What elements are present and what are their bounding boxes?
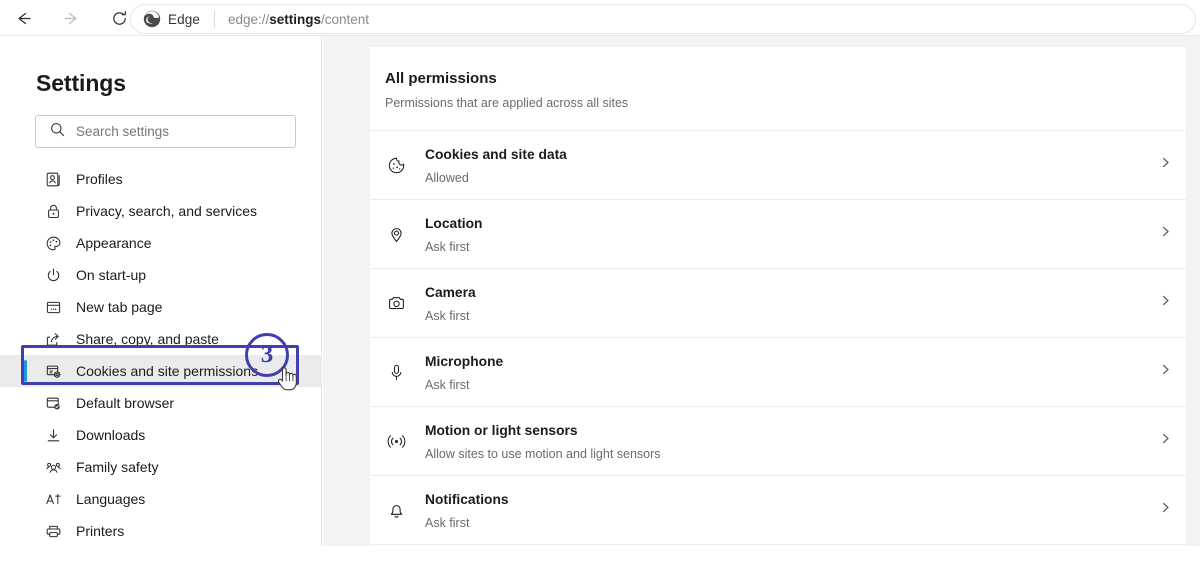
chevron-right-icon[interactable] (1159, 363, 1172, 381)
sidebar-item-new-tab-page[interactable]: New tab page (0, 291, 322, 323)
sidebar-item-label: Profiles (76, 171, 123, 187)
url-prefix: edge:// (227, 11, 270, 27)
default-browser-icon (44, 394, 62, 412)
languages-icon (44, 490, 62, 508)
chevron-right-icon[interactable] (1159, 156, 1172, 174)
url-divider (213, 10, 215, 28)
camera-icon (385, 294, 407, 313)
chevron-right-icon[interactable] (1159, 501, 1172, 519)
cookie-icon (385, 156, 407, 175)
permission-row-location[interactable]: Location Ask first (370, 200, 1186, 269)
permission-row-motion-or-light-sensors[interactable]: Motion or light sensors Allow sites to u… (370, 407, 1186, 476)
cookies-permissions-icon (44, 362, 62, 380)
permission-title: Motion or light sensors (425, 422, 578, 438)
permission-status: Allow sites to use motion and light sens… (425, 446, 661, 461)
sidebar-item-family-safety[interactable]: Family safety (0, 451, 322, 483)
back-arrow-icon (14, 9, 33, 28)
permission-status: Ask first (425, 377, 470, 392)
sidebar-item-label: Appearance (76, 235, 152, 251)
motion-sensor-icon (385, 432, 407, 451)
url-text: edge://settings/content (228, 12, 369, 27)
mouse-cursor-hand-icon (275, 364, 301, 399)
sidebar-item-label: Share, copy, and paste (76, 331, 219, 347)
sidebar-item-on-startup[interactable]: On start-up (0, 259, 322, 291)
sidebar-item-label: Cookies and site permissions (76, 363, 259, 379)
sidebar-item-privacy[interactable]: Privacy, search, and services (0, 195, 322, 227)
printer-icon (44, 522, 62, 540)
settings-sidebar: Settings Profi (0, 36, 322, 546)
sidebar-item-default-browser[interactable]: Default browser (0, 387, 322, 419)
microphone-icon (385, 363, 407, 382)
sidebar-item-printers[interactable]: Printers (0, 515, 322, 547)
permission-title: Location (425, 215, 483, 231)
sidebar-item-profiles[interactable]: Profiles (0, 163, 322, 195)
permission-title: Cookies and site data (425, 146, 567, 162)
share-icon (44, 330, 62, 348)
sidebar-item-label: New tab page (76, 299, 163, 315)
sidebar-item-label: Default browser (76, 395, 175, 411)
forward-button[interactable] (54, 1, 88, 35)
section-subheading: Permissions that are applied across all … (385, 96, 629, 110)
chevron-right-icon[interactable] (1159, 225, 1172, 243)
selection-accent-bar (24, 360, 27, 382)
bell-icon (385, 501, 407, 520)
address-bar[interactable]: Edge edge://settings/content (130, 4, 1196, 34)
permission-title: Notifications (425, 491, 509, 507)
sidebar-item-label: Family safety (76, 459, 159, 475)
chevron-right-icon[interactable] (1159, 432, 1172, 450)
permission-texts: Notifications Ask first (425, 491, 509, 530)
settings-content-area: All permissions Permissions that are app… (323, 36, 1200, 567)
url-suffix: /content (321, 11, 370, 27)
chevron-right-icon[interactable] (1159, 294, 1172, 312)
all-permissions-card: All permissions Permissions that are app… (370, 47, 1186, 567)
new-tab-icon (44, 298, 62, 316)
permission-status: Ask first (425, 308, 470, 323)
brand-label: Edge (168, 11, 200, 27)
sidebar-item-downloads[interactable]: Downloads (0, 419, 322, 451)
sidebar-item-label: Printers (76, 523, 125, 539)
section-heading: All permissions (385, 70, 497, 87)
permission-texts: Motion or light sensors Allow sites to u… (425, 422, 661, 461)
permission-row-notifications[interactable]: Notifications Ask first (370, 476, 1186, 545)
permission-status: Ask first (425, 239, 470, 254)
edge-logo-icon (143, 10, 161, 28)
sidebar-item-label: Languages (76, 491, 146, 507)
reload-icon (110, 9, 129, 28)
location-pin-icon (385, 225, 407, 244)
sidebar-item-languages[interactable]: Languages (0, 483, 322, 515)
search-icon (50, 122, 65, 142)
permission-title: Microphone (425, 353, 504, 369)
permission-row-camera[interactable]: Camera Ask first (370, 269, 1186, 338)
permission-texts: Camera Ask first (425, 284, 476, 323)
power-icon (44, 266, 62, 284)
permission-row-cookies-and-site-data[interactable]: Cookies and site data Allowed (370, 131, 1186, 200)
permission-texts: Cookies and site data Allowed (425, 146, 567, 185)
permission-texts: Location Ask first (425, 215, 483, 254)
permission-status: Ask first (425, 515, 470, 530)
page-title: Settings (36, 70, 126, 96)
card-header: All permissions Permissions that are app… (370, 47, 1186, 110)
family-icon (44, 458, 62, 476)
search-settings-box[interactable] (35, 115, 296, 148)
forward-arrow-icon (62, 9, 81, 28)
permission-texts: Microphone Ask first (425, 353, 503, 392)
profile-icon (44, 170, 62, 188)
palette-icon (44, 234, 62, 252)
sidebar-item-label: On start-up (76, 267, 147, 283)
back-button[interactable] (6, 1, 40, 35)
sidebar-item-label: Privacy, search, and services (76, 203, 258, 219)
url-bold: settings (269, 11, 321, 27)
browser-toolbar: Edge edge://settings/content (0, 0, 1200, 36)
sidebar-item-appearance[interactable]: Appearance (0, 227, 322, 259)
download-icon (44, 426, 62, 444)
sidebar-item-label: Downloads (76, 427, 146, 443)
lock-icon (44, 202, 62, 220)
permission-row-microphone[interactable]: Microphone Ask first (370, 338, 1186, 407)
permission-status: Allowed (425, 170, 469, 185)
permission-title: Camera (425, 284, 476, 300)
search-input[interactable] (76, 124, 276, 139)
